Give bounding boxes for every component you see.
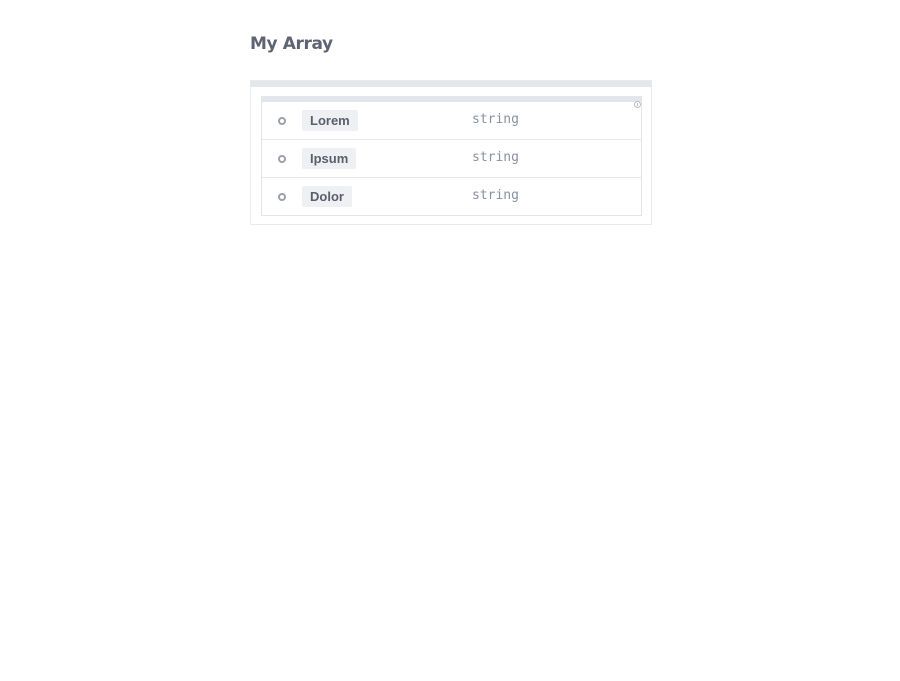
array-panel: Lorem string Ipsum string Dolor string [250, 80, 652, 225]
list-item[interactable]: Dolor string [262, 177, 641, 215]
item-type: string [472, 150, 519, 165]
list-item[interactable]: Lorem string [262, 102, 641, 139]
item-type: string [472, 112, 519, 127]
item-name-chip: Lorem [302, 110, 358, 131]
item-name-chip: Dolor [302, 186, 352, 207]
array-panel-header [251, 81, 651, 87]
item-type: string [472, 188, 519, 203]
array-items-box: Lorem string Ipsum string Dolor string [261, 96, 642, 216]
bullet-circle-icon [278, 155, 286, 163]
list-item[interactable]: Ipsum string [262, 139, 641, 177]
bullet-circle-icon [278, 117, 286, 125]
array-items-list: Lorem string Ipsum string Dolor string [262, 102, 641, 215]
item-name-chip: Ipsum [302, 148, 357, 169]
bullet-circle-icon [278, 193, 286, 201]
page-title: My Array [250, 34, 333, 54]
page: My Array Lorem string Ipsum string Dolor… [0, 0, 900, 681]
